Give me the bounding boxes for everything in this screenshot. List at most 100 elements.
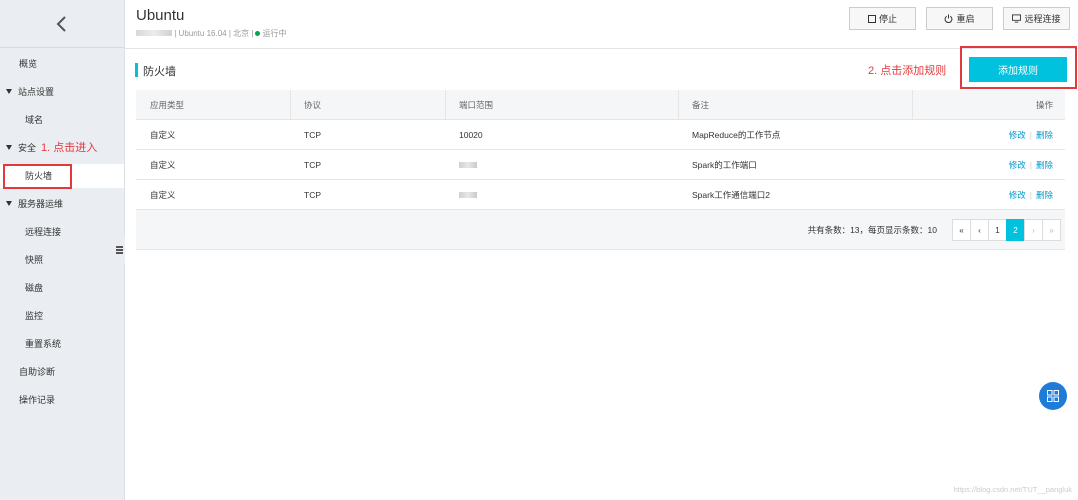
sub-sep: |: [251, 29, 254, 38]
sidebar-group-label: 服务器运维: [18, 199, 64, 209]
edit-link[interactable]: 修改: [1009, 160, 1026, 170]
edit-link[interactable]: 修改: [1009, 130, 1026, 140]
header-note: 备注: [692, 100, 710, 110]
remote-connect-button[interactable]: 远程连接: [1003, 7, 1070, 30]
monitor-icon: [1012, 14, 1022, 23]
stop-button[interactable]: 停止: [849, 7, 916, 30]
action-sep: |: [1029, 190, 1032, 200]
watermark: https://blog.csdn.net/TUT__pangluk: [953, 485, 1072, 494]
annotation-box-firewall: [3, 164, 72, 189]
app-root: 概览 站点设置 域名 安全 1. 点击进入 防火墙 服务器运维 远程连接 快照 磁…: [0, 0, 1078, 500]
sub-sep: |: [228, 29, 231, 38]
annotation-box-add-rule: [960, 46, 1077, 89]
cell-app-type: 自定义: [150, 130, 176, 140]
delete-link[interactable]: 删除: [1036, 190, 1053, 200]
delete-link[interactable]: 删除: [1036, 160, 1053, 170]
header-protocol: 协议: [304, 100, 322, 110]
action-sep: |: [1029, 160, 1032, 170]
column-divider: [290, 90, 291, 120]
pagination: « ‹ 1 2 › »: [952, 219, 1061, 241]
prev-page-button[interactable]: ‹: [970, 219, 989, 241]
pagination-row: 共有条数：13，每页显示条数：10 « ‹ 1 2 › »: [136, 210, 1065, 250]
column-divider: [912, 90, 913, 120]
caret-down-icon: [6, 89, 12, 94]
status-dot-icon: [255, 31, 261, 36]
os-version: Ubuntu 16.04: [178, 29, 227, 38]
firewall-rules-table: 应用类型 协议 端口范围 备注 操作 自定义 TCP 10020 MapRedu…: [136, 90, 1065, 250]
caret-down-icon: [6, 145, 12, 150]
column-divider: [445, 90, 446, 120]
table-header-row: 应用类型 协议 端口范围 备注 操作: [136, 90, 1065, 120]
back-button[interactable]: [0, 0, 124, 48]
cell-app-type: 自定义: [150, 190, 176, 200]
pagination-summary: 共有条数：13，每页显示条数：10: [807, 225, 937, 235]
table-row: 自定义 TCP Spark的工作端口 修改 | 删除: [136, 150, 1065, 180]
redacted-port: [459, 162, 477, 168]
sidebar-item-snapshot[interactable]: 快照: [0, 248, 124, 272]
page-button-2-current[interactable]: 2: [1006, 219, 1025, 241]
delete-link[interactable]: 删除: [1036, 130, 1053, 140]
sidebar-group-label: 站点设置: [18, 87, 55, 97]
sidebar: 概览 站点设置 域名 安全 1. 点击进入 防火墙 服务器运维 远程连接 快照 磁…: [0, 0, 125, 500]
sub-sep: |: [174, 29, 177, 38]
sidebar-item-disk[interactable]: 磁盘: [0, 276, 124, 300]
region: 北京: [233, 29, 250, 38]
column-divider: [678, 90, 679, 120]
sidebar-item-operation-log[interactable]: 操作记录: [0, 388, 124, 412]
cell-actions: 修改 | 删除: [1009, 180, 1053, 210]
instance-header: Ubuntu | Ubuntu 16.04 | 北京 | 运行中 停止 重启 远程…: [125, 0, 1078, 49]
sidebar-group-site-settings[interactable]: 站点设置: [0, 80, 124, 104]
header-app-type: 应用类型: [150, 100, 185, 110]
status-text: 运行中: [262, 29, 287, 38]
cell-actions: 修改 | 删除: [1009, 120, 1053, 150]
sidebar-group-server-ops[interactable]: 服务器运维: [0, 192, 124, 216]
cell-port-range-redacted: [459, 150, 477, 180]
cell-port-range: 10020: [459, 130, 483, 140]
caret-down-icon: [6, 201, 12, 206]
sidebar-item-reset-system[interactable]: 重置系统: [0, 332, 124, 356]
sidebar-item-domain[interactable]: 域名: [0, 108, 124, 132]
chevron-left-icon: [56, 15, 66, 32]
redacted-instance-id: [136, 30, 172, 36]
first-page-button[interactable]: «: [952, 219, 971, 241]
stop-icon: [867, 14, 876, 23]
page-title: Ubuntu: [136, 7, 185, 24]
sidebar-item-self-diagnosis[interactable]: 自助诊断: [0, 360, 124, 384]
sidebar-collapse-handle[interactable]: [113, 235, 125, 265]
sidebar-group-label: 安全: [18, 143, 37, 153]
cell-note: Spark工作通信端口2: [692, 190, 770, 200]
floating-app-menu-button[interactable]: [1039, 382, 1067, 410]
section-title: 防火墙: [143, 66, 176, 78]
restart-label: 重启: [956, 14, 975, 24]
cell-note: MapReduce的工作节点: [692, 130, 781, 140]
last-page-button[interactable]: »: [1042, 219, 1061, 241]
stop-label: 停止: [878, 14, 897, 24]
redacted-port: [459, 192, 477, 198]
annotation-step2: 2. 点击添加规则: [868, 65, 947, 77]
section-accent-bar: [135, 63, 138, 77]
remote-connect-label: 远程连接: [1024, 14, 1061, 24]
cell-actions: 修改 | 删除: [1009, 150, 1053, 180]
page-button-1[interactable]: 1: [988, 219, 1007, 241]
power-icon: [945, 14, 953, 23]
sidebar-item-remote-connect[interactable]: 远程连接: [0, 220, 124, 244]
menu-icon: [115, 249, 123, 251]
table-row: 自定义 TCP 10020 MapReduce的工作节点 修改 | 删除: [136, 120, 1065, 150]
cell-protocol: TCP: [304, 160, 321, 170]
cell-port-range-redacted: [459, 180, 477, 210]
cell-note: Spark的工作端口: [692, 160, 757, 170]
restart-button[interactable]: 重启: [926, 7, 993, 30]
header-actions: 操作: [1035, 100, 1053, 110]
edit-link[interactable]: 修改: [1009, 190, 1026, 200]
sidebar-item-overview[interactable]: 概览: [0, 52, 124, 76]
action-sep: |: [1029, 130, 1032, 140]
sidebar-group-security[interactable]: 安全 1. 点击进入: [0, 136, 124, 160]
instance-subline: | Ubuntu 16.04 | 北京 | 运行中: [136, 28, 286, 39]
cell-protocol: TCP: [304, 130, 321, 140]
table-row: 自定义 TCP Spark工作通信端口2 修改 | 删除: [136, 180, 1065, 210]
cell-app-type: 自定义: [150, 160, 176, 170]
next-page-button[interactable]: ›: [1024, 219, 1043, 241]
header-port-range: 端口范围: [459, 100, 494, 110]
cell-protocol: TCP: [304, 190, 321, 200]
sidebar-item-monitor[interactable]: 监控: [0, 304, 124, 328]
